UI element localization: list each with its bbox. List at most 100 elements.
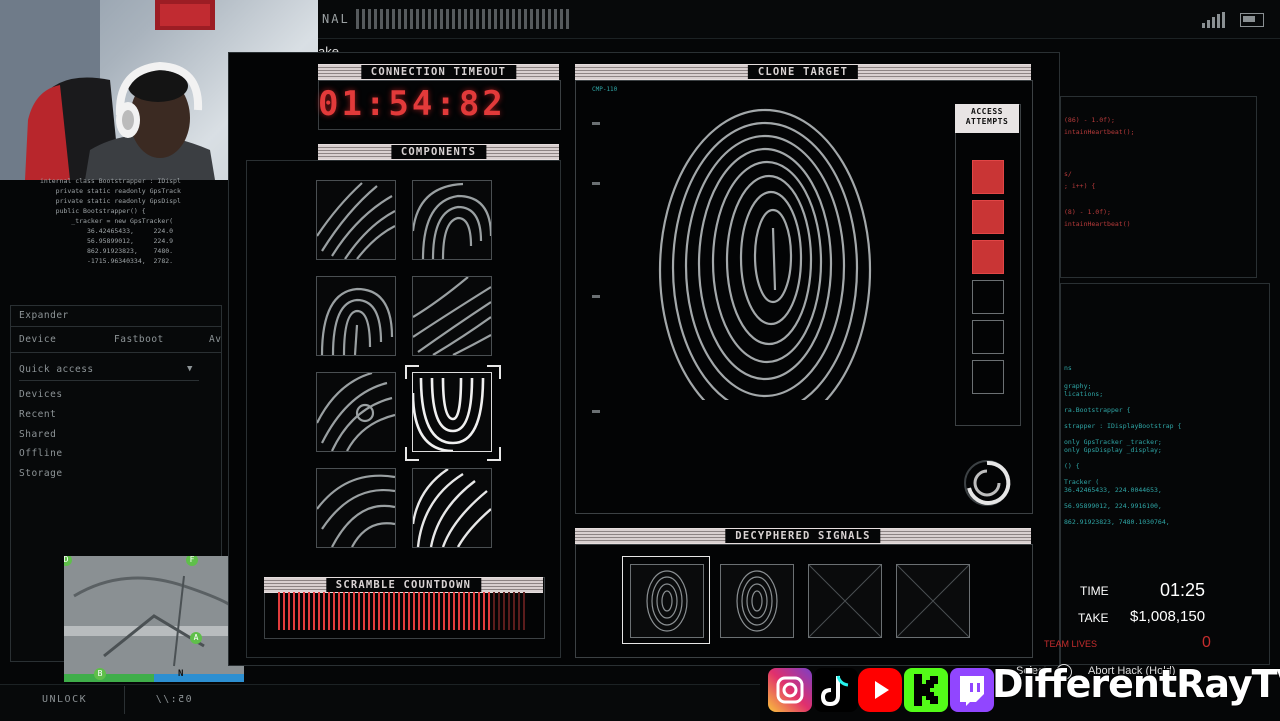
code-line: only GpsTracker _tracker; <box>1064 438 1162 446</box>
minimap-roads <box>64 556 244 682</box>
fingerprint-fragment-icon <box>413 277 491 355</box>
battery-icon <box>1240 13 1264 27</box>
attempt-slot-used <box>972 200 1004 234</box>
component-tile-2[interactable] <box>412 180 492 260</box>
bottombar-code: 05:// <box>154 694 192 705</box>
selection-bracket <box>487 447 501 461</box>
clone-title: CLONE TARGET <box>747 65 859 79</box>
timeout-header: CONNECTION TIMEOUT <box>318 64 559 80</box>
unlock-label[interactable]: UNLOCK <box>42 694 87 705</box>
signal-slot-2-decoded <box>720 564 794 638</box>
code-line: lications; <box>1064 390 1104 398</box>
code-line: _tracker = new GpsTracker( <box>40 217 174 225</box>
code-line: (8) - 1.0f); <box>1064 208 1111 216</box>
empty-slot-icon <box>808 564 882 638</box>
code-line: intainHeartbeat() <box>1064 220 1131 228</box>
time-label: TIME <box>1080 584 1109 598</box>
code-line: intainHeartbeat(); <box>1064 128 1135 136</box>
fingerprint-fragment-icon <box>317 373 395 451</box>
fingerprint-fragment-icon <box>320 287 394 355</box>
left-code-panel: internal class Bootstrapper : IDispl pri… <box>40 176 220 298</box>
nav-item-devices[interactable]: Devices <box>19 389 63 400</box>
clone-header: CLONE TARGET <box>575 64 1031 80</box>
component-tile-7[interactable] <box>316 468 396 548</box>
nav-device-value[interactable]: Fastboot <box>114 334 164 345</box>
code-line: 56.95899012, 224.9916100, <box>1064 502 1162 510</box>
code-line: ; i++) { <box>1064 182 1096 190</box>
nav-item-offline[interactable]: Offline <box>19 448 63 459</box>
empty-slot-icon <box>896 564 970 638</box>
nav-device-extra: Av <box>209 334 222 345</box>
ruler-tick <box>592 182 600 185</box>
components-header: COMPONENTS <box>318 144 559 160</box>
code-line: s/ <box>1064 170 1072 178</box>
code-line: -1715.96340334, 2782. <box>40 257 174 265</box>
time-value: 01:25 <box>1160 580 1206 600</box>
nav-device-label: Device <box>19 334 57 345</box>
ruler-tick <box>592 122 600 125</box>
code-line: 56.95899012, 224.9 <box>40 237 174 245</box>
scramble-progress-bar <box>278 592 493 630</box>
component-tile-8[interactable] <box>412 468 492 548</box>
nav-item-shared[interactable]: Shared <box>19 429 56 440</box>
signal-slot-selected-frame <box>622 556 710 644</box>
timeout-title: CONNECTION TIMEOUT <box>360 65 517 79</box>
selection-bracket <box>405 365 419 379</box>
scramble-header: SCRAMBLE COUNTDOWN <box>264 577 543 593</box>
component-tile-3[interactable] <box>316 276 396 356</box>
topbar-signal-strip <box>356 9 571 29</box>
code-line: internal class Bootstrapper : IDispl <box>40 177 181 185</box>
component-tile-5[interactable] <box>316 372 396 452</box>
code-line: public Bootstrapper() { <box>40 207 146 215</box>
instagram-icon <box>768 668 812 712</box>
signals-title: DECYPHERED SIGNALS <box>725 529 881 543</box>
attempt-slot-empty <box>972 280 1004 314</box>
tiktok-icon <box>814 668 858 712</box>
code-line: (86) - 1.0f); <box>1064 116 1115 124</box>
attempt-slot-used <box>972 240 1004 274</box>
fingerprint-fragment-icon <box>413 182 491 259</box>
signals-header: DECYPHERED SIGNALS <box>575 528 1031 544</box>
nav-item-storage[interactable]: Storage <box>19 468 63 479</box>
code-line: 862.91923823, 7480.1030764, <box>1064 518 1170 526</box>
component-tile-6-selected[interactable] <box>412 372 492 452</box>
fingerprint-fragment-icon <box>413 377 485 451</box>
bottom-status-bar <box>0 684 760 721</box>
fingerprint-fragment-icon <box>317 182 395 259</box>
signal-slot-3-empty <box>808 564 882 638</box>
code-line: ns <box>1064 364 1072 372</box>
signal-slot-4-empty <box>896 564 970 638</box>
take-value: $1,008,150 <box>1130 608 1206 625</box>
code-line: () { <box>1064 462 1080 470</box>
kick-icon <box>904 668 948 712</box>
topbar-title: NAL <box>322 12 350 26</box>
minimap: D F A B N <box>64 556 244 682</box>
component-tile-4[interactable] <box>412 276 492 356</box>
attempt-slot-used <box>972 160 1004 194</box>
target-fingerprint-image <box>650 108 880 440</box>
twitch-icon <box>950 668 994 712</box>
ruler-tick <box>592 410 600 413</box>
code-line: 36.42465433, 224.0 <box>40 227 174 235</box>
timeout-value: 01:54:82 <box>318 84 506 124</box>
selection-bracket <box>487 365 501 379</box>
code-line: graphy; <box>1064 382 1092 390</box>
code-line: Tracker ( <box>1064 478 1100 486</box>
chevron-down-icon[interactable]: ▼ <box>187 364 193 374</box>
selection-bracket <box>405 447 419 461</box>
attempt-slot-empty <box>972 360 1004 394</box>
nav-quick-access[interactable]: Quick access <box>19 364 94 375</box>
streamer-name-banner: DifferentRayTV <box>991 661 1280 707</box>
nav-item-recent[interactable]: Recent <box>19 409 56 420</box>
code-line: ra.Bootstrapper { <box>1064 406 1131 414</box>
fingerprint-thumb-icon <box>736 570 778 632</box>
nav-expander[interactable]: Expander <box>19 310 69 321</box>
code-line: 862.91923823, 7480. <box>40 247 174 255</box>
code-line: 36.42465433, 224.0044653, <box>1064 486 1162 494</box>
component-tile-1[interactable] <box>316 180 396 260</box>
code-line: strapper : IDisplayBootstrap { <box>1064 422 1182 430</box>
access-attempts-title: ACCESS ATTEMPTS <box>955 104 1019 133</box>
take-label: TAKE <box>1078 611 1109 625</box>
ruler-tick <box>592 295 600 298</box>
minimap-marker-b: B <box>94 668 106 680</box>
